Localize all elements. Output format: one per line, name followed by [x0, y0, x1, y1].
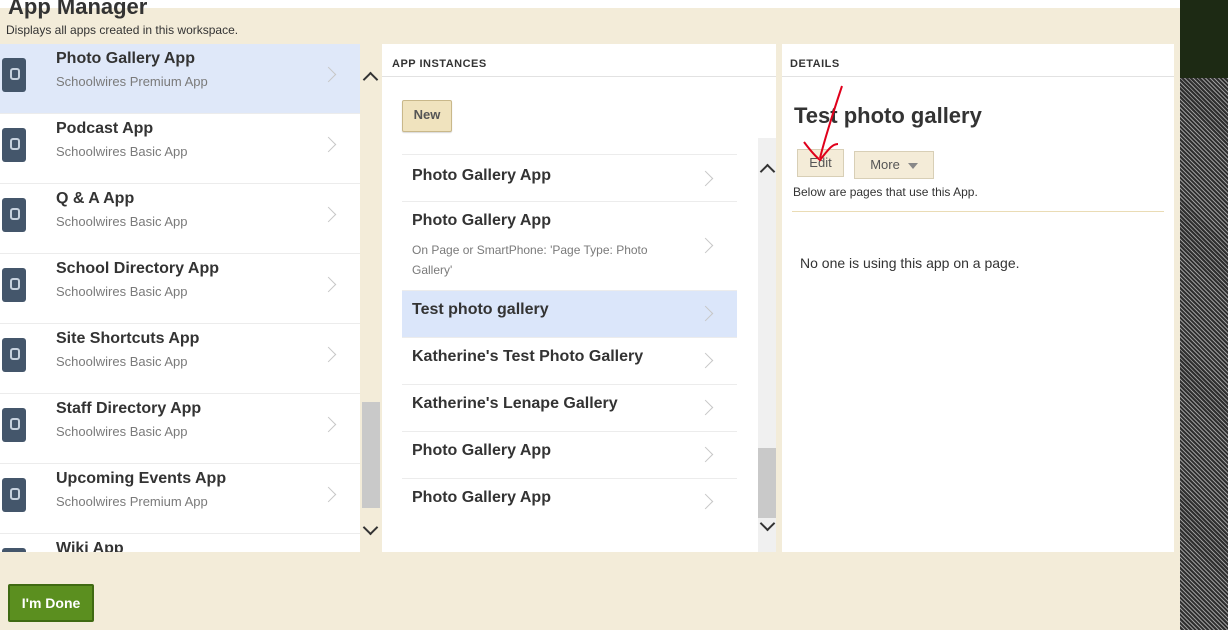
- chevron-up-icon[interactable]: [362, 71, 379, 88]
- speaker-icon: [2, 128, 26, 162]
- more-button[interactable]: More: [854, 151, 934, 179]
- background-window-edge: [1180, 0, 1228, 630]
- apps-list: Photo Gallery App Schoolwires Premium Ap…: [0, 44, 360, 552]
- camera-icon: [2, 58, 26, 92]
- app-type: Schoolwires Basic App: [56, 144, 188, 159]
- app-name: Photo Gallery App: [56, 50, 195, 67]
- building-icon: [2, 268, 26, 302]
- chevron-right-icon: [697, 399, 714, 416]
- instance-item[interactable]: Photo Gallery App: [402, 154, 737, 201]
- app-item-wiki[interactable]: Wiki App: [0, 534, 360, 552]
- instance-item-selected[interactable]: Test photo gallery: [402, 290, 737, 337]
- instance-name: Photo Gallery App: [412, 212, 551, 229]
- instance-name: Katherine's Lenape Gallery: [412, 395, 618, 412]
- background-window-dark: [1180, 0, 1228, 78]
- chevron-right-icon: [697, 493, 714, 510]
- app-name: Site Shortcuts App: [56, 330, 200, 347]
- chevron-right-icon: [320, 206, 337, 223]
- app-item-staff-directory[interactable]: Staff Directory App Schoolwires Basic Ap…: [0, 394, 360, 464]
- chevron-right-icon: [320, 276, 337, 293]
- chevron-right-icon: [320, 486, 337, 503]
- new-instance-button[interactable]: New: [402, 100, 452, 132]
- instance-name: Katherine's Test Photo Gallery: [412, 348, 644, 365]
- contact-card-icon: [2, 408, 26, 442]
- chevron-right-icon: [320, 136, 337, 153]
- chevron-right-icon: [697, 237, 714, 254]
- details-empty-message: No one is using this app on a page.: [800, 255, 1020, 271]
- chevron-right-icon: [320, 416, 337, 433]
- app-type: Schoolwires Premium App: [56, 74, 208, 89]
- app-name: School Directory App: [56, 260, 219, 277]
- caret-down-icon: [907, 162, 918, 169]
- app-item-photo-gallery[interactable]: Photo Gallery App Schoolwires Premium Ap…: [0, 44, 360, 114]
- app-type: Schoolwires Premium App: [56, 494, 208, 509]
- app-item-site-shortcuts[interactable]: Site Shortcuts App Schoolwires Basic App: [0, 324, 360, 394]
- chevron-right-icon: [697, 446, 714, 463]
- chevron-right-icon: [697, 352, 714, 369]
- details-pages-note: Below are pages that use this App.: [793, 185, 978, 199]
- instance-description: On Page or SmartPhone: 'Page Type: Photo…: [412, 243, 648, 277]
- app-type: Schoolwires Basic App: [56, 214, 188, 229]
- chevron-up-icon[interactable]: [759, 163, 776, 180]
- page-title: App Manager: [8, 0, 148, 19]
- instance-item[interactable]: Katherine's Lenape Gallery: [402, 384, 737, 431]
- page-subtitle: Displays all apps created in this worksp…: [6, 23, 239, 37]
- app-name: Upcoming Events App: [56, 470, 227, 487]
- instances-scrollbar[interactable]: [758, 138, 776, 552]
- instance-item[interactable]: Photo Gallery App: [402, 431, 737, 478]
- app-type: Schoolwires Basic App: [56, 424, 188, 439]
- app-item-school-directory[interactable]: School Directory App Schoolwires Basic A…: [0, 254, 360, 324]
- apps-scrollbar[interactable]: [360, 52, 382, 552]
- more-label: More: [870, 157, 900, 172]
- app-type: Schoolwires Basic App: [56, 284, 188, 299]
- app-instances-header: APP INSTANCES: [392, 58, 487, 70]
- divider: [782, 76, 1174, 77]
- instance-name: Photo Gallery App: [412, 489, 551, 506]
- instance-item[interactable]: Photo Gallery App On Page or SmartPhone:…: [402, 201, 737, 290]
- app-name: Q & A App: [56, 190, 135, 207]
- chevron-right-icon: [320, 66, 337, 83]
- divider: [792, 211, 1164, 212]
- chevron-down-icon[interactable]: [362, 519, 379, 536]
- app-instances-panel: APP INSTANCES New Photo Gallery App Phot…: [382, 44, 776, 552]
- app-name: Staff Directory App: [56, 400, 202, 417]
- app-item-upcoming-events[interactable]: Upcoming Events App Schoolwires Premium …: [0, 464, 360, 534]
- instance-name: Photo Gallery App: [412, 442, 551, 459]
- divider: [382, 76, 776, 77]
- chevron-right-icon: [697, 170, 714, 187]
- scrollbar-thumb[interactable]: [362, 402, 380, 508]
- app-item-q-and-a[interactable]: Q & A App Schoolwires Basic App: [0, 184, 360, 254]
- chevron-right-icon: [697, 305, 714, 322]
- lightbulb-icon: [2, 198, 26, 232]
- chevron-down-icon[interactable]: [759, 515, 776, 532]
- document-icon: [2, 548, 26, 552]
- app-item-podcast[interactable]: Podcast App Schoolwires Basic App: [0, 114, 360, 184]
- chevron-right-icon: [320, 346, 337, 363]
- instance-item[interactable]: Photo Gallery App: [402, 478, 737, 525]
- details-header: DETAILS: [790, 58, 840, 70]
- instance-name: Photo Gallery App: [412, 167, 551, 184]
- scrollbar-thumb[interactable]: [758, 448, 776, 518]
- arrow-annotation-icon: [803, 85, 843, 162]
- app-name: Wiki App: [56, 540, 124, 552]
- instance-name: Test photo gallery: [412, 301, 549, 318]
- calendar-icon: [2, 478, 26, 512]
- instance-item[interactable]: Katherine's Test Photo Gallery: [402, 337, 737, 384]
- app-name: Podcast App: [56, 120, 154, 137]
- app-type: Schoolwires Basic App: [56, 354, 188, 369]
- im-done-button[interactable]: I'm Done: [8, 584, 94, 622]
- shortcut-icon: [2, 338, 26, 372]
